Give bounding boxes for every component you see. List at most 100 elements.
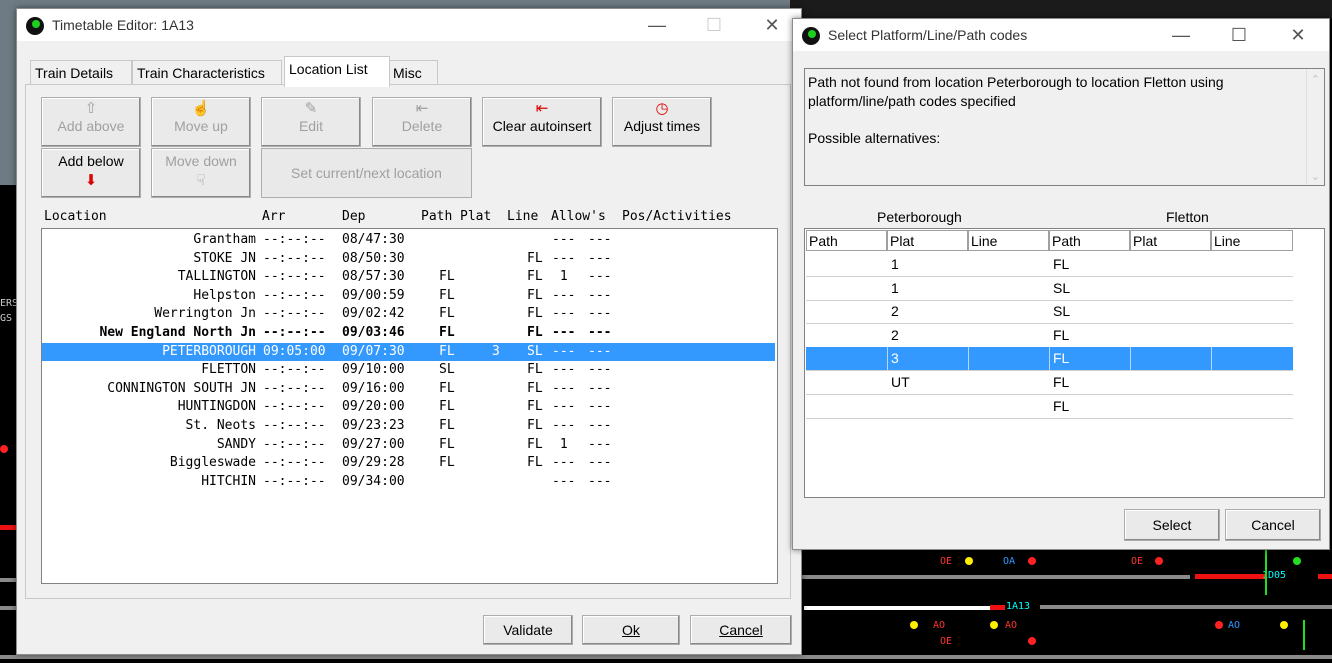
signal-label: AO <box>1005 620 1018 631</box>
location-row[interactable]: St. Neots --:--:-- 09/23:23 FL FL --- --- <box>42 417 775 435</box>
tab-train-details[interactable]: Train Details <box>30 60 132 85</box>
track-occupied <box>1318 574 1332 579</box>
tab-misc[interactable]: Misc <box>388 60 438 85</box>
cell-pos: --- <box>588 455 612 471</box>
cell-allow: --- <box>552 399 576 415</box>
delete-icon: ⇤ <box>415 100 429 117</box>
location-row[interactable]: Grantham --:--:-- 08/47:30 --- --- <box>42 231 775 249</box>
set-current-next-location-button: Set current/next location <box>261 148 472 198</box>
cell-pos: --- <box>588 250 612 266</box>
cell-dep: 09/07:30 <box>342 343 405 359</box>
signal-dot <box>1155 557 1163 565</box>
cell-dep: 08/47:30 <box>342 232 405 247</box>
location-row[interactable]: Werrington Jn --:--:-- 09/02:42 FL FL --- --- <box>42 305 775 323</box>
track-occupied <box>0 525 16 530</box>
dialog-title-bar[interactable]: Select Platform/Line/Path codes — ☐ ✕ <box>793 19 1329 51</box>
clear-autoinsert-icon: ⇤ <box>535 100 549 117</box>
location-row[interactable]: CONNINGTON SOUTH JN --:--:-- 09/16:00 FL FL -… <box>42 380 775 398</box>
track-green <box>1265 550 1267 595</box>
location-list[interactable]: Grantham --:--:-- 08/47:30 --- --- STOKE JN --… <box>41 228 778 584</box>
cancel-button[interactable]: Cancel <box>690 615 792 645</box>
cell-location: Grantham <box>193 232 256 247</box>
location-row[interactable]: PETERBOROUGH 09:05:00 09/07:30 FL 3 SL --- --- <box>42 342 775 361</box>
grid-cell: 1 <box>891 279 899 296</box>
message-text: Path not found from location Peterboroug… <box>808 74 1224 146</box>
track-route <box>804 606 990 610</box>
scroll-down-icon[interactable]: ⌄ <box>1307 170 1324 183</box>
edit-icon: ✎ <box>304 100 318 117</box>
cell-location: Werrington Jn <box>154 306 256 322</box>
alternative-row[interactable]: 1 FL <box>806 253 1293 277</box>
alternative-row[interactable]: UT FL <box>806 371 1293 395</box>
tab-train-characteristics[interactable]: Train Characteristics <box>132 60 282 85</box>
track-occupied <box>990 605 1005 610</box>
cell-line: FL <box>527 269 543 285</box>
adjust-times-button[interactable]: ◷ Adjust times <box>612 97 712 147</box>
location-row[interactable]: Helpston --:--:-- 09/00:59 FL FL --- --- <box>42 287 775 305</box>
clear-autoinsert-button[interactable]: ⇤ Clear autoinsert <box>482 97 602 147</box>
close-icon[interactable]: ✕ <box>1278 22 1318 48</box>
header-to-path[interactable]: Path <box>1049 230 1130 251</box>
location-row[interactable]: FLETTON --:--:-- 09/10:00 SL FL --- --- <box>42 361 775 379</box>
location-row[interactable]: SANDY --:--:-- 09/27:00 FL FL 1 --- <box>42 436 775 454</box>
cell-dep: 09/10:00 <box>342 362 405 378</box>
cell-dep: 09/16:00 <box>342 380 405 396</box>
cell-location: TALLINGTON <box>177 269 256 285</box>
scroll-up-icon[interactable]: ⌃ <box>1307 73 1324 86</box>
message-scrollbar[interactable]: ⌃ ⌄ <box>1306 69 1324 185</box>
cell-location: PETERBOROUGH <box>162 343 256 359</box>
cell-allow: 1 <box>552 269 576 285</box>
location-row[interactable]: Biggleswade --:--:-- 09/29:28 FL FL --- --- <box>42 454 775 472</box>
cell-allow: --- <box>552 232 576 247</box>
close-icon[interactable]: ✕ <box>752 12 792 38</box>
alternative-row[interactable]: 2 FL <box>806 324 1293 348</box>
col-arr: Arr <box>262 209 286 224</box>
track-line <box>800 575 1190 579</box>
app-icon <box>802 27 820 45</box>
alternative-row[interactable]: FL <box>806 395 1293 419</box>
cell-line: FL <box>527 325 543 340</box>
header-from-line[interactable]: Line <box>968 230 1049 251</box>
header-to-line[interactable]: Line <box>1211 230 1293 251</box>
select-button[interactable]: Select <box>1124 509 1220 541</box>
location-row[interactable]: STOKE JN --:--:-- 08/50:30 FL --- --- <box>42 250 775 268</box>
header-from-plat[interactable]: Plat <box>887 230 968 251</box>
location-row[interactable]: HUNTINGDON --:--:-- 09/20:00 FL FL --- --- <box>42 398 775 416</box>
validate-button[interactable]: Validate <box>483 615 573 645</box>
cell-path: SL <box>439 362 455 378</box>
tab-location-list[interactable]: Location List <box>284 56 390 87</box>
maximize-icon[interactable]: ☐ <box>1219 22 1259 48</box>
message-box: Path not found from location Peterboroug… <box>804 68 1325 186</box>
cell-line: SL <box>527 343 543 359</box>
cell-arr: --:--:-- <box>263 269 326 285</box>
cell-arr: --:--:-- <box>263 232 326 247</box>
grid-divider <box>968 347 969 371</box>
add-below-button[interactable]: Add below ⬇ <box>41 148 141 198</box>
cell-allow: --- <box>552 343 576 359</box>
alternative-row[interactable]: 2 SL <box>806 300 1293 325</box>
alternative-row[interactable]: 1 SL <box>806 277 1293 301</box>
header-from-path[interactable]: Path <box>806 230 887 251</box>
cell-location: HUNTINGDON <box>177 399 256 415</box>
cell-arr: --:--:-- <box>263 306 326 322</box>
cell-dep: 09/00:59 <box>342 287 405 303</box>
location-row[interactable]: TALLINGTON --:--:-- 08/57:30 FL FL 1 --- <box>42 268 775 286</box>
move-up-button: ☝ Move up <box>151 97 251 147</box>
title-bar[interactable]: Timetable Editor: 1A13 — ☐ ✕ <box>17 9 801 41</box>
minimize-icon[interactable]: — <box>637 12 677 38</box>
ok-button[interactable]: Ok <box>582 615 680 645</box>
signal-label: OE <box>940 556 953 567</box>
cell-location: STOKE JN <box>193 250 256 266</box>
minimize-icon[interactable]: — <box>1161 22 1201 48</box>
cell-arr: --:--:-- <box>263 473 326 489</box>
location-row[interactable]: New England North Jn --:--:-- 09/03:46 FL FL… <box>42 324 775 342</box>
location-row[interactable]: HITCHIN --:--:-- 09/34:00 --- --- <box>42 473 775 491</box>
cell-pos: --- <box>588 306 612 322</box>
track-line <box>0 655 800 659</box>
dialog-cancel-button[interactable]: Cancel <box>1225 509 1321 541</box>
alternative-row[interactable]: 3 FL <box>806 347 1293 372</box>
cell-path: FL <box>439 287 455 303</box>
header-to-plat[interactable]: Plat <box>1130 230 1211 251</box>
cell-path: FL <box>439 306 455 322</box>
alternatives-grid[interactable]: Path Plat Line Path Plat Line 1 FL 1 SL 2 SL 2… <box>804 228 1325 498</box>
